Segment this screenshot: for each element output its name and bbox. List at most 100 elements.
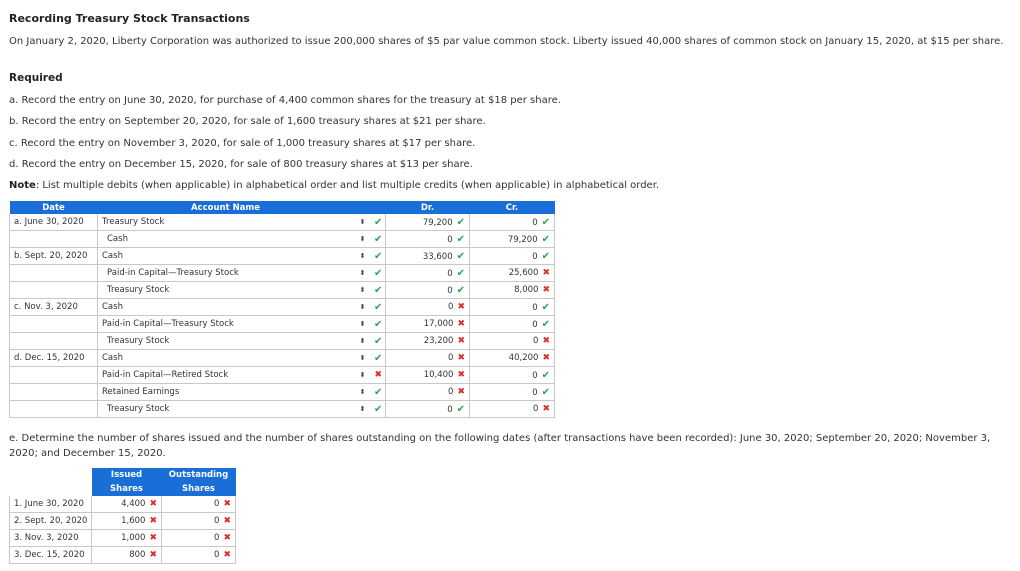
credit-input[interactable]: 40,200 ✖ (469, 349, 555, 367)
check-icon: ✔ (374, 233, 383, 245)
check-icon: ✔ (374, 352, 383, 364)
issued-value: 4,400 (121, 499, 146, 509)
debit-value: 79,200 (422, 217, 453, 228)
outstanding-shares-input[interactable]: 0 ✖ (161, 529, 236, 547)
select-arrow-icon[interactable]: ⬍ (353, 332, 372, 350)
credit-value: 0 (532, 387, 538, 398)
select-arrow-icon[interactable]: ⬍ (353, 349, 372, 367)
cross-icon: ✖ (223, 499, 231, 509)
credit-input[interactable]: 0 ✔ (469, 298, 555, 316)
credit-value: 0 (532, 217, 538, 228)
credit-value: 0 (533, 404, 539, 414)
account-select[interactable]: Treasury Stock (97, 214, 354, 231)
debit-input[interactable]: 0 ✖ (385, 383, 470, 401)
account-status: ✔ (371, 349, 386, 367)
account-select[interactable]: Treasury Stock (97, 332, 354, 350)
select-arrow-icon[interactable]: ⬍ (353, 247, 372, 265)
select-arrow-icon[interactable]: ⬍ (353, 298, 372, 316)
debit-input[interactable]: 0 ✔ (385, 264, 470, 282)
journal-row: c. Nov. 3, 2020 Cash ⬍ ✔ 0 ✖ 0 ✔ (9, 298, 555, 316)
shares-date-label: 2. Sept. 20, 2020 (9, 512, 92, 530)
credit-value: 25,600 (508, 268, 539, 278)
account-select[interactable]: Paid-in Capital—Treasury Stock (97, 264, 354, 282)
date-header: Date (9, 201, 98, 214)
account-select[interactable]: Retained Earnings (97, 383, 354, 401)
select-arrow-icon[interactable]: ⬍ (353, 264, 372, 282)
debit-input[interactable]: 0 ✔ (385, 400, 470, 418)
credit-input[interactable]: 0 ✖ (469, 332, 555, 350)
select-arrow-icon[interactable]: ⬍ (353, 366, 372, 384)
cross-icon: ✖ (374, 370, 383, 380)
debit-value: 0 (448, 353, 454, 363)
note-label: Note (9, 180, 36, 191)
updown-arrow-icon: ⬍ (359, 388, 366, 396)
requirement-d: d. Record the entry on December 15, 2020… (9, 159, 473, 170)
debit-input[interactable]: 0 ✔ (385, 230, 470, 248)
account-select[interactable]: Treasury Stock (97, 281, 354, 299)
select-arrow-icon[interactable]: ⬍ (353, 281, 372, 299)
select-arrow-icon[interactable]: ⬍ (353, 383, 372, 401)
cross-icon: ✖ (542, 268, 550, 278)
account-select[interactable]: Cash (97, 230, 354, 248)
cross-icon: ✖ (457, 353, 465, 363)
cross-icon: ✖ (542, 285, 550, 295)
credit-input[interactable]: 0 ✖ (469, 400, 555, 418)
issued-shares-header: Issued Shares (91, 468, 162, 496)
debit-input[interactable]: 23,200 ✖ (385, 332, 470, 350)
debit-input[interactable]: 0 ✖ (385, 298, 470, 316)
account-name: Cash (102, 302, 123, 312)
select-arrow-icon[interactable]: ⬍ (353, 400, 372, 418)
updown-arrow-icon: ⬍ (359, 405, 366, 413)
select-arrow-icon[interactable]: ⬍ (353, 230, 372, 248)
account-select[interactable]: Paid-in Capital—Retired Stock (97, 366, 354, 384)
updown-arrow-icon: ⬍ (359, 320, 366, 328)
credit-input[interactable]: 8,000 ✖ (469, 281, 555, 299)
credit-input[interactable]: 0 ✔ (469, 315, 555, 333)
account-name: Treasury Stock (107, 285, 170, 295)
journal-table: Date Account Name Dr. Cr. a. June 30, 20… (9, 201, 555, 418)
credit-input[interactable]: 79,200 ✔ (469, 230, 555, 248)
debit-value: 17,000 (423, 319, 454, 329)
check-icon: ✔ (374, 284, 383, 296)
journal-row: d. Dec. 15, 2020 Cash ⬍ ✔ 0 ✖ 40,200 ✖ (9, 349, 555, 367)
issued-shares-input[interactable]: 1,600 ✖ (91, 512, 162, 530)
account-select[interactable]: Cash (97, 349, 354, 367)
check-icon: ✔ (541, 233, 550, 245)
shares-row: 3. Nov. 3, 2020 1,000 ✖ 0 ✖ (9, 529, 236, 547)
select-arrow-icon[interactable]: ⬍ (353, 315, 372, 333)
outstanding-shares-input[interactable]: 0 ✖ (161, 512, 236, 530)
account-select[interactable]: Treasury Stock (97, 400, 354, 418)
credit-input[interactable]: 0 ✔ (469, 247, 555, 265)
problem-intro: On January 2, 2020, Liberty Corporation … (9, 36, 1004, 47)
journal-date: d. Dec. 15, 2020 (9, 349, 98, 367)
credit-input[interactable]: 0 ✔ (469, 366, 555, 384)
account-select[interactable]: Paid-in Capital—Treasury Stock (97, 315, 354, 333)
outstanding-shares-input[interactable]: 0 ✖ (161, 496, 236, 513)
debit-input[interactable]: 79,200 ✔ (385, 214, 470, 231)
issued-shares-input[interactable]: 1,000 ✖ (91, 529, 162, 547)
debit-input[interactable]: 33,600 ✔ (385, 247, 470, 265)
cross-icon: ✖ (457, 387, 465, 397)
debit-input[interactable]: 10,400 ✖ (385, 366, 470, 384)
shares-date-label: 3. Dec. 15, 2020 (9, 546, 92, 564)
debit-input[interactable]: 0 ✔ (385, 281, 470, 299)
debit-value: 0 (447, 404, 453, 415)
credit-input[interactable]: 25,600 ✖ (469, 264, 555, 282)
credit-input[interactable]: 0 ✔ (469, 214, 555, 231)
issued-shares-input[interactable]: 4,400 ✖ (91, 496, 162, 513)
credit-input[interactable]: 0 ✔ (469, 383, 555, 401)
shares-header-row: Issued Shares Outstanding Shares (9, 468, 236, 496)
account-status: ✖ (371, 366, 386, 384)
shares-date-label: 1. June 30, 2020 (9, 496, 92, 513)
account-name: Treasury Stock (107, 404, 170, 414)
debit-input[interactable]: 0 ✖ (385, 349, 470, 367)
debit-input[interactable]: 17,000 ✖ (385, 315, 470, 333)
select-arrow-icon[interactable]: ⬍ (353, 214, 372, 231)
cross-icon: ✖ (149, 516, 157, 526)
cross-icon: ✖ (457, 319, 465, 329)
shares-table: Issued Shares Outstanding Shares 1. June 3… (9, 468, 236, 564)
account-select[interactable]: Cash (97, 298, 354, 316)
account-select[interactable]: Cash (97, 247, 354, 265)
outstanding-shares-input[interactable]: 0 ✖ (161, 546, 236, 564)
issued-shares-input[interactable]: 800 ✖ (91, 546, 162, 564)
